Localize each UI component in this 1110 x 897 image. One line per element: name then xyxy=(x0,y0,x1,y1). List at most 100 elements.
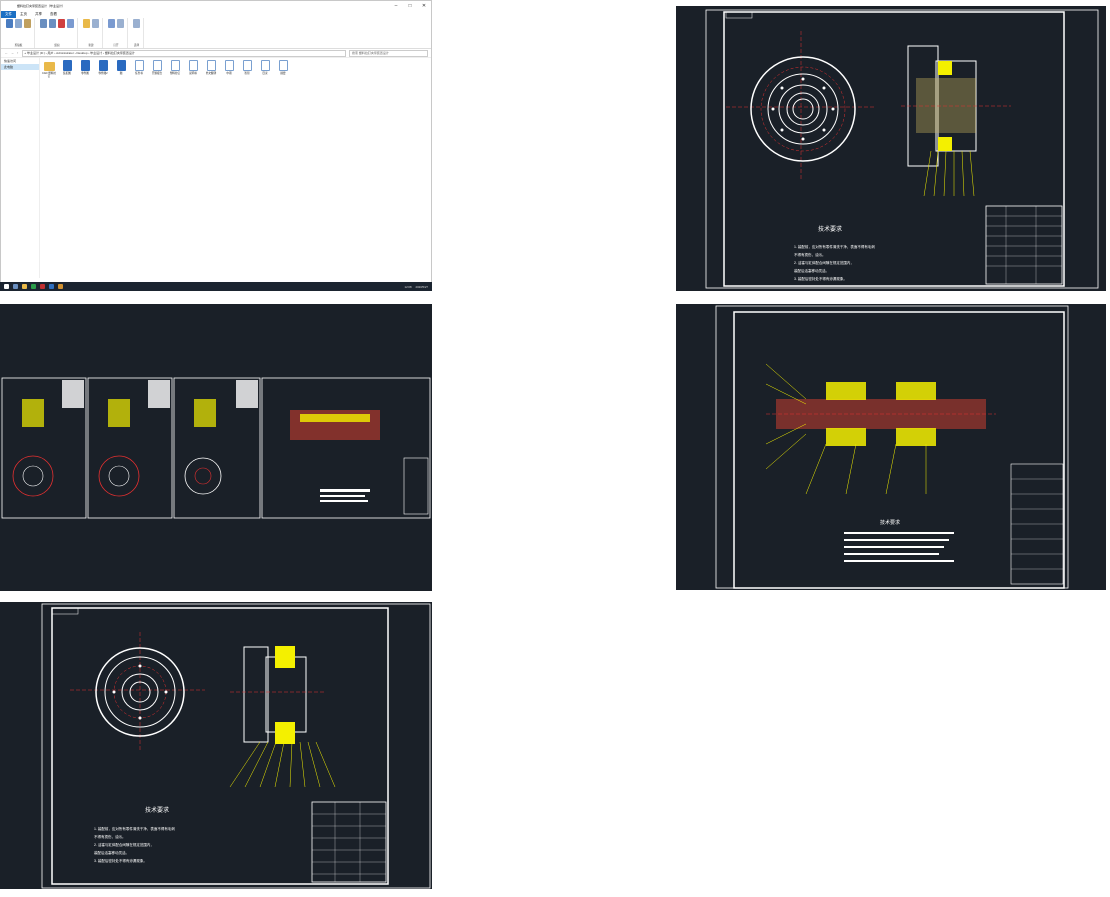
file-name: 任务书 xyxy=(135,72,143,75)
copy-icon[interactable] xyxy=(15,19,22,28)
tab-home[interactable]: 主页 xyxy=(16,11,31,18)
forward-icon[interactable]: → xyxy=(11,51,14,55)
window-controls: – □ ✕ xyxy=(389,1,431,11)
file-name: 零件图 xyxy=(81,72,89,75)
document-icon xyxy=(98,60,108,71)
minimize-icon[interactable]: – xyxy=(389,1,403,11)
file-name: 答辩 xyxy=(244,72,250,75)
file-item[interactable]: 开题报告 xyxy=(149,60,165,78)
back-icon[interactable]: ← xyxy=(5,51,8,55)
app-icon[interactable] xyxy=(58,284,63,289)
document-icon xyxy=(134,60,144,71)
tech-note: 1. 装配前，应对所有零件清洗干净，表面不得有毛刺 xyxy=(794,244,875,249)
tech-note: 装配后活塞移动灵活。 xyxy=(94,850,129,855)
file-item[interactable]: 说明书 xyxy=(185,60,201,78)
address-row: ← → ↑ « 毕业设计 (D:) › 用户 › Administrator ›… xyxy=(1,49,431,58)
system-tray: 12:08 2020/5/27 xyxy=(405,285,428,289)
new-folder-icon[interactable] xyxy=(83,19,90,28)
file-item[interactable]: 零件图2 xyxy=(95,60,111,78)
tech-note: 2. 活塞与缸体配合间隙在规定范围内， xyxy=(94,842,154,847)
tech-requirements-title: 技术要求 xyxy=(145,806,169,814)
document-icon xyxy=(116,60,126,71)
tab-file[interactable]: 文件 xyxy=(1,11,16,18)
pin-icon[interactable] xyxy=(6,19,13,28)
up-icon[interactable]: ↑ xyxy=(17,51,19,55)
start-icon[interactable] xyxy=(4,284,9,289)
file-item[interactable]: CAD 塑料拉钉 xyxy=(41,60,57,78)
app-icon[interactable] xyxy=(31,284,36,289)
nav-item-this-pc[interactable]: 此电脑 xyxy=(1,64,39,70)
file-item[interactable]: 装配图 xyxy=(59,60,75,78)
ribbon-group-new: 新建 xyxy=(80,18,103,48)
clock-date[interactable]: 2020/5/27 xyxy=(416,285,428,289)
cad-drawing-3: 技术要求 xyxy=(715,305,1069,589)
maximize-icon[interactable]: □ xyxy=(403,1,417,11)
copy-to-icon[interactable] xyxy=(49,19,56,28)
document-icon xyxy=(170,60,180,71)
file-item[interactable]: 中期 xyxy=(221,60,237,78)
ribbon-group-label: 组织 xyxy=(54,44,60,47)
paste-icon[interactable] xyxy=(24,19,31,28)
folder-icon xyxy=(43,62,55,71)
file-list: CAD 塑料拉钉 装配图 零件图 零件图2 图 任务书 开题报告 塑料拉钉 说明书 外文翻译 中期 答… xyxy=(41,60,429,78)
clock-time[interactable]: 12:08 xyxy=(405,285,412,289)
file-item[interactable]: 塑料拉钉 xyxy=(167,60,183,78)
cad-drawing-panel-1: 技术要求 1. 装配前，应对所有零件清洗干净，表面不得有毛刺 不得有损伤，油污。… xyxy=(676,6,1106,291)
tab-share[interactable]: 共享 xyxy=(31,11,46,18)
document-icon xyxy=(80,60,90,71)
new-item-icon[interactable] xyxy=(92,19,99,28)
app-icon[interactable] xyxy=(40,284,45,289)
folder-icon[interactable] xyxy=(22,284,27,289)
file-item[interactable]: 图 xyxy=(113,60,129,78)
tech-note: 1. 装配前，应对所有零件清洗干净，表面不得有毛刺 xyxy=(94,826,175,831)
ribbon-group-label: 打开 xyxy=(113,44,119,47)
document-icon xyxy=(188,60,198,71)
tab-view[interactable]: 查看 xyxy=(46,11,61,18)
search-icon[interactable] xyxy=(13,284,18,289)
taskbar: 12:08 2020/5/27 xyxy=(0,282,432,291)
file-name: CAD 塑料拉钉 xyxy=(42,72,56,78)
file-item[interactable]: 目录 xyxy=(257,60,273,78)
open-icon[interactable] xyxy=(117,19,124,28)
file-item[interactable]: 外文翻译 xyxy=(203,60,219,78)
document-icon xyxy=(278,60,288,71)
tech-note: 2. 活塞与缸体配合间隙在规定范围内， xyxy=(794,260,854,265)
select-all-icon[interactable] xyxy=(133,19,140,28)
file-name: 外文翻译 xyxy=(205,72,217,75)
file-item[interactable]: 摘要 xyxy=(275,60,291,78)
file-name: 中期 xyxy=(226,72,232,75)
tech-requirements-title: 技术要求 xyxy=(880,519,900,526)
file-name: 摘要 xyxy=(280,72,286,75)
word-icon[interactable] xyxy=(49,284,54,289)
ribbon-group-label: 新建 xyxy=(88,44,94,47)
document-icon xyxy=(152,60,162,71)
navigation-pane: 快速访问 此电脑 xyxy=(1,58,40,278)
address-bar[interactable]: « 毕业设计 (D:) › 用户 › Administrator › Deskt… xyxy=(21,49,346,57)
file-item[interactable]: 零件图 xyxy=(77,60,93,78)
rename-icon[interactable] xyxy=(67,19,74,28)
window-title: 塑料拉钉夹紧装置设计（毕业设计） xyxy=(17,4,66,8)
ribbon-group-select: 选择 xyxy=(130,18,144,48)
move-icon[interactable] xyxy=(40,19,47,28)
search-input[interactable]: 搜索 塑料拉钉夹紧装置设计 xyxy=(349,49,428,57)
cad-drawing-panel-4: 技术要求 1. 装配前，应对所有零件清洗干净，表面不得有毛刺 不得有损伤，油污。… xyxy=(0,602,432,889)
file-name: 目录 xyxy=(262,72,268,75)
file-name: 塑料拉钉 xyxy=(169,72,181,75)
ribbon-group-organize: 组织 xyxy=(37,18,78,48)
delete-icon[interactable] xyxy=(58,19,65,28)
properties-icon[interactable] xyxy=(108,19,115,28)
close-icon[interactable]: ✕ xyxy=(417,1,431,11)
cad-drawing-panel-3: 技术要求 xyxy=(676,304,1106,590)
file-name: 图 xyxy=(119,72,123,75)
file-explorer-window: 塑料拉钉夹紧装置设计（毕业设计） – □ ✕ 文件 主页 共享 查看 剪贴板 组… xyxy=(0,0,432,291)
ribbon: 剪贴板 组织 新建 打开 选择 xyxy=(1,18,431,49)
tech-note: 3. 装配后密封处不得有渗漏现象。 xyxy=(794,276,847,281)
file-item[interactable]: 任务书 xyxy=(131,60,147,78)
document-icon xyxy=(242,60,252,71)
tech-note: 不得有损伤，油污。 xyxy=(94,834,126,839)
file-name: 装配图 xyxy=(63,72,71,75)
file-name: 零件图2 xyxy=(98,72,108,75)
file-item[interactable]: 答辩 xyxy=(239,60,255,78)
document-icon xyxy=(260,60,270,71)
ribbon-group-label: 剪贴板 xyxy=(14,44,23,47)
